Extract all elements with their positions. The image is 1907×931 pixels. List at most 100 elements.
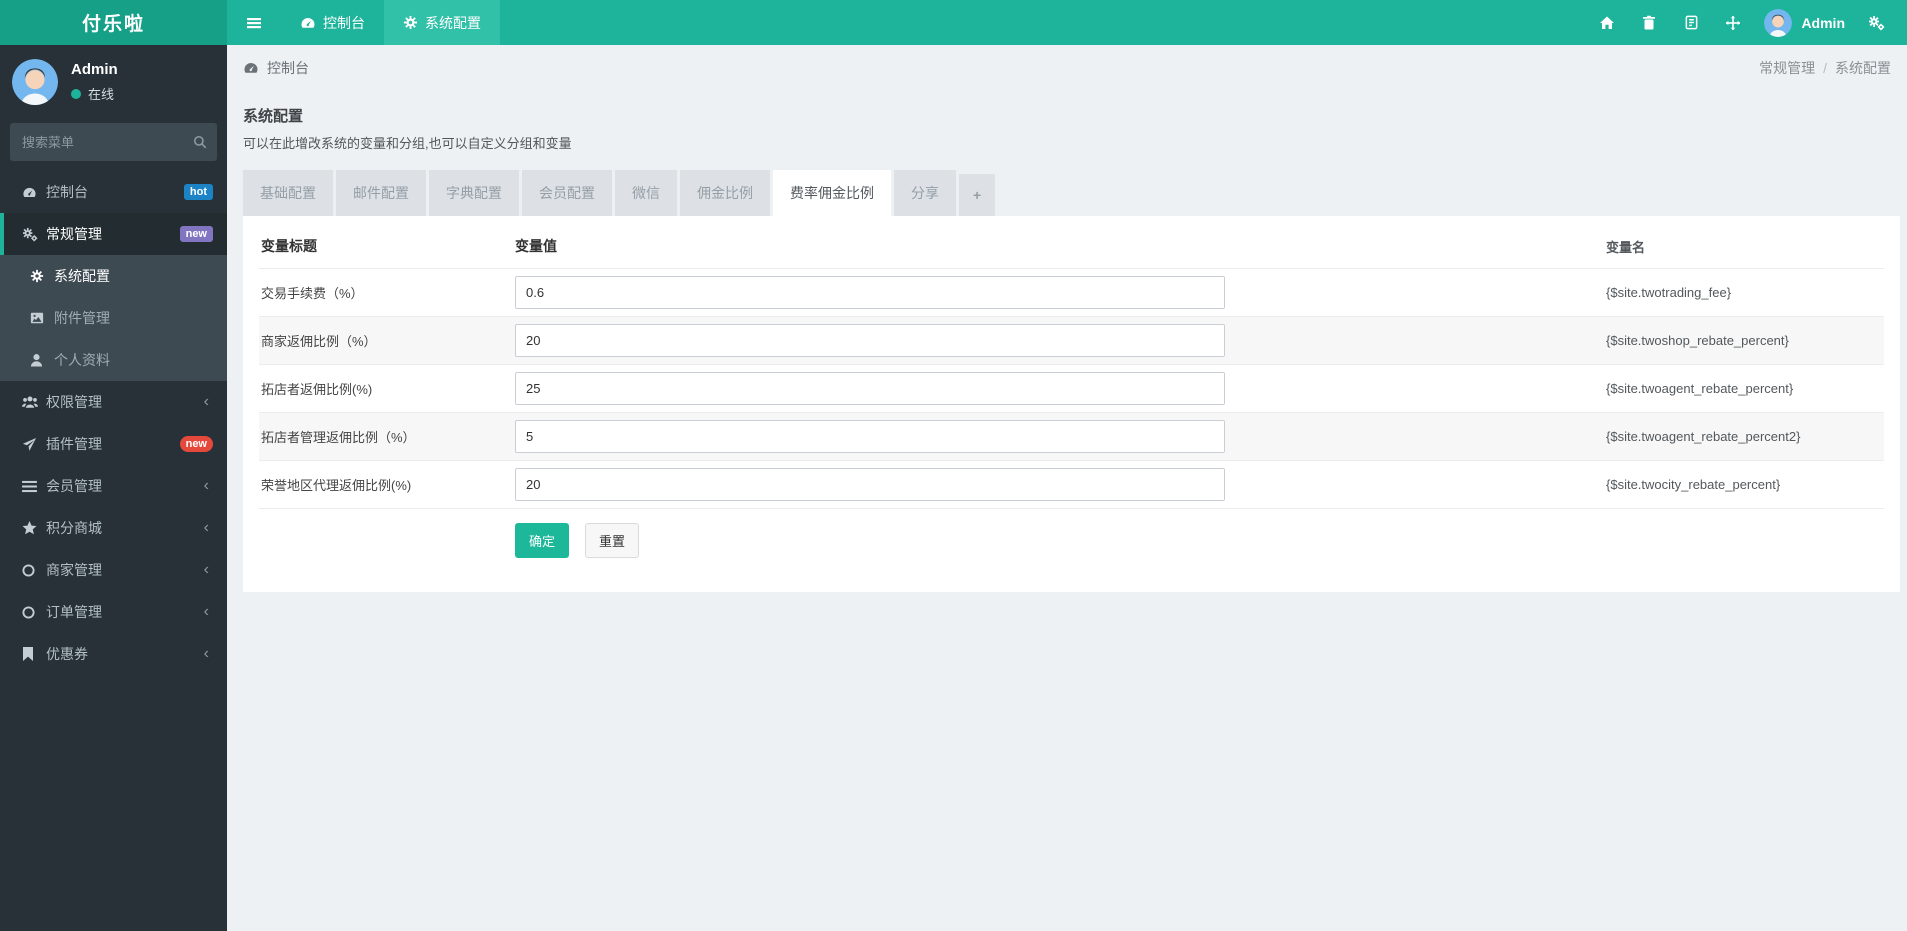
- column-header-value: 变量值: [515, 238, 557, 254]
- confirm-button[interactable]: 确定: [515, 523, 570, 558]
- profile-name: Admin: [71, 61, 118, 78]
- sidebar-item-personal-profile[interactable]: 个人资料: [0, 339, 227, 381]
- page-subtitle: 可以在此增改系统的变量和分组,也可以自定义分组和变量: [243, 136, 572, 151]
- new-badge: new: [179, 436, 213, 452]
- table-row: 拓店者管理返佣比例（%） {$site.twoagent_rebate_perc…: [259, 412, 1884, 460]
- table-header-row: 变量标题 变量值 变量名: [259, 224, 1884, 268]
- sidebar-item-merchant-management[interactable]: 商家管理 ‹: [0, 549, 227, 591]
- tab-commission-ratio[interactable]: 佣金比例: [680, 170, 770, 216]
- row-varname: {$site.twotrading_fee}: [1606, 285, 1732, 300]
- sidebar-item-general-management[interactable]: 常规管理 new: [0, 213, 227, 255]
- dashboard-icon: [22, 185, 46, 200]
- log-icon: [1684, 15, 1699, 30]
- image-icon: [30, 311, 54, 325]
- chevron-left-icon: ‹: [203, 645, 209, 662]
- profile-status: 在线: [71, 84, 118, 103]
- gear-icon: [403, 15, 418, 30]
- tab-basic-config[interactable]: 基础配置: [243, 170, 333, 216]
- sidebar: Admin 在线 控制台 hot 常规管理 new: [0, 45, 227, 931]
- clear-cache-button[interactable]: [1632, 0, 1666, 45]
- circle-icon: [22, 605, 46, 619]
- tab-rate-commission-ratio[interactable]: 费率佣金比例: [773, 170, 891, 216]
- table-row: 拓店者返佣比例(%) {$site.twoagent_rebate_percen…: [259, 364, 1884, 412]
- gears-icon: [1868, 15, 1885, 31]
- agent-rebate-input[interactable]: [515, 372, 1225, 405]
- shop-rebate-input[interactable]: [515, 324, 1225, 357]
- home-button[interactable]: [1590, 0, 1624, 45]
- reset-button[interactable]: 重置: [585, 523, 640, 558]
- settings-button[interactable]: [1859, 0, 1893, 45]
- config-table: 变量标题 变量值 变量名 交易手续费（%） {$site.twotrading_…: [259, 224, 1884, 564]
- column-header-name: 变量名: [1606, 239, 1646, 255]
- sidebar-item-system-config[interactable]: 系统配置: [0, 255, 227, 297]
- nav-tab-system-config[interactable]: 系统配置: [384, 0, 500, 45]
- plane-icon: [22, 437, 46, 452]
- bookmark-icon: [22, 647, 46, 661]
- city-rebate-input[interactable]: [515, 468, 1225, 501]
- star-icon: [22, 521, 46, 535]
- agent-manage-rebate-input[interactable]: [515, 420, 1225, 453]
- row-title: 商家返佣比例（%）: [261, 334, 377, 349]
- log-button[interactable]: [1674, 0, 1708, 45]
- main-area: 控制台 常规管理 / 系统配置 系统配置 可以在此增改系统的变量和分组,也可以自…: [227, 45, 1907, 931]
- fullscreen-button[interactable]: [1716, 0, 1750, 45]
- users-icon: [22, 395, 46, 409]
- tab-wechat[interactable]: 微信: [615, 170, 677, 216]
- table-row: 商家返佣比例（%） {$site.twoshop_rebate_percent}: [259, 316, 1884, 364]
- breadcrumb-parent-link[interactable]: 常规管理: [1759, 58, 1815, 78]
- user-name: Admin: [1801, 14, 1845, 31]
- avatar: [1764, 8, 1793, 37]
- hamburger-icon: [246, 15, 262, 31]
- sidebar-toggle-button[interactable]: [227, 0, 281, 45]
- chevron-left-icon: ‹: [203, 477, 209, 494]
- sidebar-item-attachment-management[interactable]: 附件管理: [0, 297, 227, 339]
- trading-fee-input[interactable]: [515, 276, 1225, 309]
- page-title: 系统配置: [243, 108, 304, 125]
- breadcrumb-current: 系统配置: [1835, 60, 1891, 76]
- user-menu[interactable]: Admin: [1758, 8, 1851, 37]
- row-varname: {$site.twoshop_rebate_percent}: [1606, 333, 1789, 348]
- search-button[interactable]: [183, 123, 217, 161]
- home-icon: [1599, 15, 1615, 31]
- circle-icon: [22, 563, 46, 577]
- tab-member-config[interactable]: 会员配置: [522, 170, 612, 216]
- sidebar-item-member-management[interactable]: 会员管理 ‹: [0, 465, 227, 507]
- breadcrumb: 控制台 常规管理 / 系统配置: [227, 45, 1907, 91]
- new-badge: new: [179, 226, 213, 242]
- row-title: 交易手续费（%）: [261, 286, 364, 301]
- sidebar-item-order-management[interactable]: 订单管理 ‹: [0, 591, 227, 633]
- tab-mail-config[interactable]: 邮件配置: [336, 170, 426, 216]
- tab-share[interactable]: 分享: [894, 170, 956, 216]
- sidebar-profile: Admin 在线: [0, 45, 227, 121]
- tab-dictionary-config[interactable]: 字典配置: [429, 170, 519, 216]
- tab-content: 变量标题 变量值 变量名 交易手续费（%） {$site.twotrading_…: [243, 216, 1900, 592]
- dashboard-icon: [243, 60, 259, 76]
- row-varname: {$site.twoagent_rebate_percent}: [1606, 381, 1794, 396]
- nav-tab-label: 控制台: [323, 14, 365, 31]
- trash-icon: [1642, 15, 1656, 30]
- row-varname: {$site.twoagent_rebate_percent2}: [1606, 429, 1801, 444]
- sidebar-item-console[interactable]: 控制台 hot: [0, 171, 227, 213]
- expand-icon: [1725, 15, 1741, 31]
- chevron-left-icon: ‹: [203, 603, 209, 620]
- sidebar-item-coupon[interactable]: 优惠券 ‹: [0, 633, 227, 675]
- list-icon: [22, 480, 46, 493]
- breadcrumb-current-left: 控制台: [267, 60, 309, 76]
- sidebar-item-permission-management[interactable]: 权限管理 ‹: [0, 381, 227, 423]
- row-title: 拓店者管理返佣比例（%）: [261, 430, 416, 445]
- breadcrumb-separator: /: [1823, 60, 1827, 76]
- add-tab-button[interactable]: +: [959, 174, 996, 216]
- nav-tab-label: 系统配置: [425, 14, 481, 31]
- row-title: 荣誉地区代理返佣比例(%): [261, 478, 412, 493]
- row-varname: {$site.twocity_rebate_percent}: [1606, 477, 1781, 492]
- top-navbar: 付乐啦 控制台 系统配置 Admin: [0, 0, 1907, 45]
- column-header-title: 变量标题: [261, 238, 317, 254]
- sidebar-item-points-mall[interactable]: 积分商城 ‹: [0, 507, 227, 549]
- sidebar-item-plugin-management[interactable]: 插件管理 new: [0, 423, 227, 465]
- brand-logo[interactable]: 付乐啦: [0, 0, 227, 45]
- table-row: 荣誉地区代理返佣比例(%) {$site.twocity_rebate_perc…: [259, 460, 1884, 508]
- submenu-general-management: 系统配置 附件管理 个人资料: [0, 255, 227, 381]
- user-icon: [30, 353, 54, 367]
- config-tabs: 基础配置 邮件配置 字典配置 会员配置 微信 佣金比例 费率佣金比例 分享 +: [243, 170, 1900, 216]
- nav-tab-console[interactable]: 控制台: [281, 0, 384, 45]
